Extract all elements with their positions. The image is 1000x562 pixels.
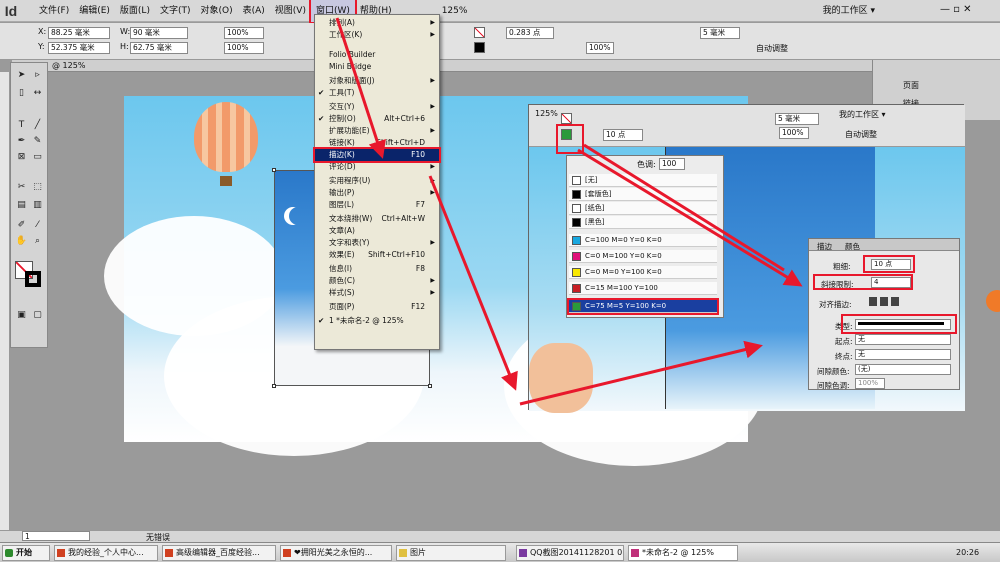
clock: 20:26: [956, 548, 980, 557]
annotation-arrows: [335, 17, 803, 406]
taskbar-item[interactable]: 高级编辑器_百度经验...: [162, 545, 276, 561]
windows-taskbar: 开始 我的经验_个人中心... 高级编辑器_百度经验... ❤拥阳光美之永恒的.…: [0, 542, 1000, 562]
arrow-swatch-to-panel: [577, 148, 803, 287]
windows-logo-icon: [5, 549, 13, 557]
browser-icon: [165, 549, 173, 557]
folder-icon: [399, 549, 407, 557]
taskbar-item[interactable]: ❤拥阳光美之永恒的...: [280, 545, 392, 561]
arrow-swatch-secondary: [583, 143, 785, 272]
taskbar-item[interactable]: 我的经验_个人中心...: [54, 545, 158, 561]
arrow-image-to-panel: [519, 340, 763, 406]
start-button[interactable]: 开始: [2, 545, 50, 561]
indesign-icon: [631, 549, 639, 557]
status-bar: 1 无错误: [0, 530, 1000, 542]
taskbar-item-active[interactable]: *未命名-2 @ 125%: [628, 545, 738, 561]
taskbar-item[interactable]: 图片: [396, 545, 506, 561]
page-number-field[interactable]: 1: [22, 531, 90, 541]
image-icon: [519, 549, 527, 557]
browser-icon: [283, 549, 291, 557]
arrow-window-to-stroke: [335, 17, 386, 159]
taskbar-item[interactable]: QQ截图20141128201 0...: [516, 545, 624, 561]
browser-icon: [57, 549, 65, 557]
arrow-stroke-to-image: [428, 175, 518, 391]
